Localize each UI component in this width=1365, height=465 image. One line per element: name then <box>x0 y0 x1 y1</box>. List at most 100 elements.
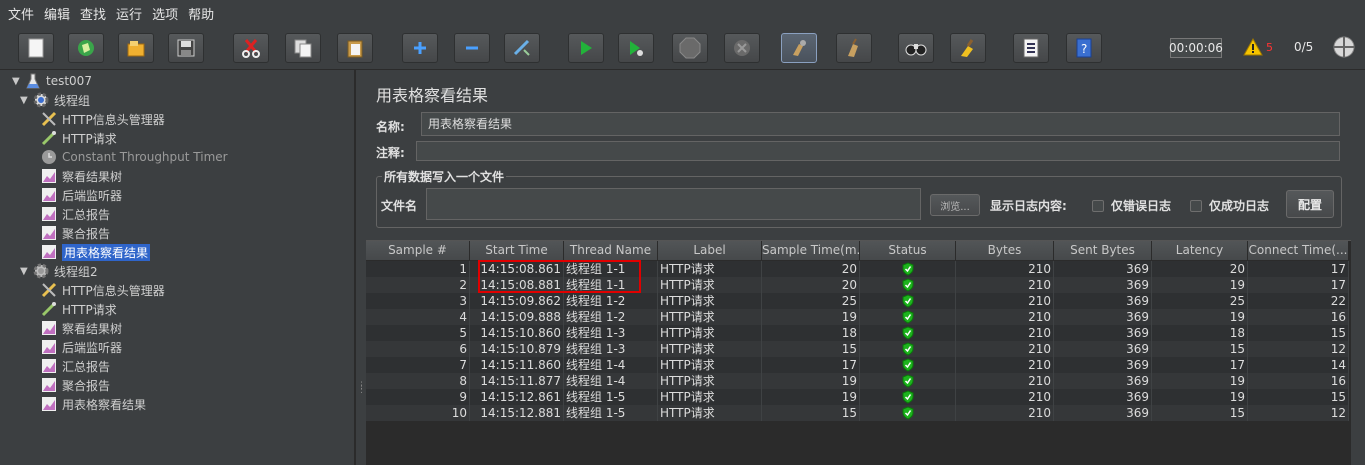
open-button[interactable] <box>118 33 154 63</box>
reset-search-button[interactable] <box>950 33 986 63</box>
tree-node-thread-group[interactable]: ▼ 线程组 <box>20 91 90 109</box>
browse-button[interactable]: 浏览... <box>930 194 980 216</box>
tree-node-thread-group-2[interactable]: ▼ 线程组2 <box>20 262 98 280</box>
table-row[interactable]: 4 14:15:09.888 线程组 1-2 HTTP请求 19 210 369 19 16 <box>366 309 1349 325</box>
search-button[interactable] <box>898 33 934 63</box>
column-header[interactable]: Bytes <box>956 241 1054 260</box>
table-cell: 4 <box>366 309 470 325</box>
checkbox-box[interactable] <box>1190 199 1202 212</box>
table-row[interactable]: 5 14:15:10.860 线程组 1-3 HTTP请求 18 210 369 18 15 <box>366 325 1349 341</box>
column-header[interactable]: Start Time <box>470 241 564 260</box>
broom-gear-icon <box>793 40 806 56</box>
success-only-checkbox[interactable]: 仅成功日志 <box>1190 197 1269 214</box>
tree-node-listener[interactable]: 后端监听器 <box>40 186 122 204</box>
menu-help[interactable]: 帮助 <box>188 4 214 23</box>
remote-status-button[interactable] <box>1332 35 1356 62</box>
tree-node-listener[interactable]: 聚合报告 <box>40 376 110 394</box>
tree-node-timer[interactable]: Constant Throughput Timer <box>40 148 228 166</box>
tree-node-header[interactable]: HTTP信息头管理器 <box>40 110 165 128</box>
tree-node-test-plan[interactable]: ▼ test007 <box>12 72 92 90</box>
comment-field[interactable] <box>416 141 1340 161</box>
table-cell: 210 <box>956 389 1054 405</box>
name-field[interactable]: 用表格察看结果 <box>421 112 1340 136</box>
cut-icon <box>242 39 260 58</box>
test-plan-tree[interactable]: ▼ test007 ▼ 线程组 HTTP信息头管理器 HTTP请求 Constant… <box>0 70 355 465</box>
table-cell: 19 <box>1152 309 1248 325</box>
checkbox-box[interactable] <box>1092 199 1104 212</box>
column-header[interactable]: Sent Bytes <box>1054 241 1152 260</box>
collapse-all-button[interactable] <box>454 33 490 63</box>
column-header[interactable]: Status <box>860 241 956 260</box>
tree-label: HTTP信息头管理器 <box>62 283 165 298</box>
table-cell: 369 <box>1054 373 1152 389</box>
shutdown-button[interactable] <box>724 33 760 63</box>
clear-all-button[interactable] <box>836 33 872 63</box>
column-header[interactable]: Connect Time(... <box>1248 241 1349 260</box>
expand-all-button[interactable] <box>402 33 438 63</box>
copy-button[interactable] <box>285 33 321 63</box>
tree-node-listener[interactable]: 用表格察看结果 <box>40 243 151 261</box>
tree-node-listener[interactable]: 察看结果树 <box>40 167 122 185</box>
menu-search[interactable]: 查找 <box>80 4 106 23</box>
clear-button[interactable] <box>781 33 817 63</box>
toggle-button[interactable] <box>504 33 540 63</box>
shutdown-icon <box>734 40 750 56</box>
tree-node-listener[interactable]: 汇总报告 <box>40 357 110 375</box>
error-warning-indicator[interactable]: 5 <box>1243 38 1273 56</box>
table-row[interactable]: 8 14:15:11.877 线程组 1-4 HTTP请求 19 210 369 19 16 <box>366 373 1349 389</box>
tree-node-listener[interactable]: 后端监听器 <box>40 338 122 356</box>
splitter-grip-icon[interactable]: ⋮ ⋮ <box>357 382 366 395</box>
column-header[interactable]: Sample Time(m... <box>762 241 860 260</box>
tree-node-header[interactable]: HTTP信息头管理器 <box>40 281 165 299</box>
save-button[interactable] <box>168 33 204 63</box>
table-row[interactable]: 7 14:15:11.860 线程组 1-4 HTTP请求 17 210 369 17 14 <box>366 357 1349 373</box>
errors-only-checkbox[interactable]: 仅错误日志 <box>1092 197 1171 214</box>
tree-node-listener[interactable]: 察看结果树 <box>40 319 122 337</box>
tree-node-listener[interactable]: 聚合报告 <box>40 224 110 242</box>
table-row[interactable]: 6 14:15:10.879 线程组 1-3 HTTP请求 15 210 369 15 12 <box>366 341 1349 357</box>
menu-options[interactable]: 选项 <box>152 4 178 23</box>
tree-node-sampler[interactable]: HTTP请求 <box>40 129 117 147</box>
table-cell: 线程组 1-2 <box>564 293 658 309</box>
menu-edit[interactable]: 编辑 <box>44 4 70 23</box>
table-row[interactable]: 10 14:15:12.881 线程组 1-5 HTTP请求 15 210 369 15 12 <box>366 405 1349 421</box>
start-button[interactable] <box>568 33 604 63</box>
table-cell: 25 <box>1152 293 1248 309</box>
tree-node-listener[interactable]: 用表格察看结果 <box>40 395 146 413</box>
tree-label: HTTP请求 <box>62 302 117 317</box>
table-cell: 369 <box>1054 389 1152 405</box>
table-cell: 369 <box>1054 293 1152 309</box>
table-cell: 6 <box>366 341 470 357</box>
tree-label: 后端监听器 <box>62 340 123 355</box>
cut-button[interactable] <box>233 33 269 63</box>
collapse-arrow-icon[interactable]: ▼ <box>12 76 24 87</box>
tree-node-sampler[interactable]: HTTP请求 <box>40 300 117 318</box>
paste-button[interactable] <box>337 33 373 63</box>
function-helper-button[interactable] <box>1013 33 1049 63</box>
status-ok-icon <box>860 277 956 293</box>
column-header[interactable]: Thread Name <box>564 241 658 260</box>
column-header[interactable]: Label <box>658 241 762 260</box>
column-header[interactable]: Latency <box>1152 241 1248 260</box>
table-cell: 210 <box>956 309 1054 325</box>
table-cell: 369 <box>1054 357 1152 373</box>
table-row[interactable]: 3 14:15:09.862 线程组 1-2 HTTP请求 25 210 369 25 22 <box>366 293 1349 309</box>
collapse-arrow-icon[interactable]: ▼ <box>20 266 32 277</box>
plus-icon <box>414 42 426 54</box>
stop-button[interactable] <box>672 33 708 63</box>
help-button[interactable]: ? <box>1066 33 1102 63</box>
configure-button[interactable]: 配置 <box>1286 190 1334 218</box>
menu-file[interactable]: 文件 <box>8 4 34 23</box>
collapse-arrow-icon[interactable]: ▼ <box>20 95 32 106</box>
column-header[interactable]: Sample # <box>366 241 470 260</box>
splitter[interactable] <box>355 70 365 465</box>
table-row[interactable]: 9 14:15:12.861 线程组 1-5 HTTP请求 19 210 369 19 15 <box>366 389 1349 405</box>
results-table[interactable]: Sample # Start Time Thread Name Label Sample… <box>366 240 1351 465</box>
filename-input[interactable] <box>426 188 921 220</box>
menu-run[interactable]: 运行 <box>116 4 142 23</box>
templates-button[interactable] <box>68 33 104 63</box>
http-sampler-icon <box>40 301 58 317</box>
start-no-pauses-button[interactable] <box>618 33 654 63</box>
new-button[interactable] <box>18 33 54 63</box>
tree-node-listener[interactable]: 汇总报告 <box>40 205 110 223</box>
